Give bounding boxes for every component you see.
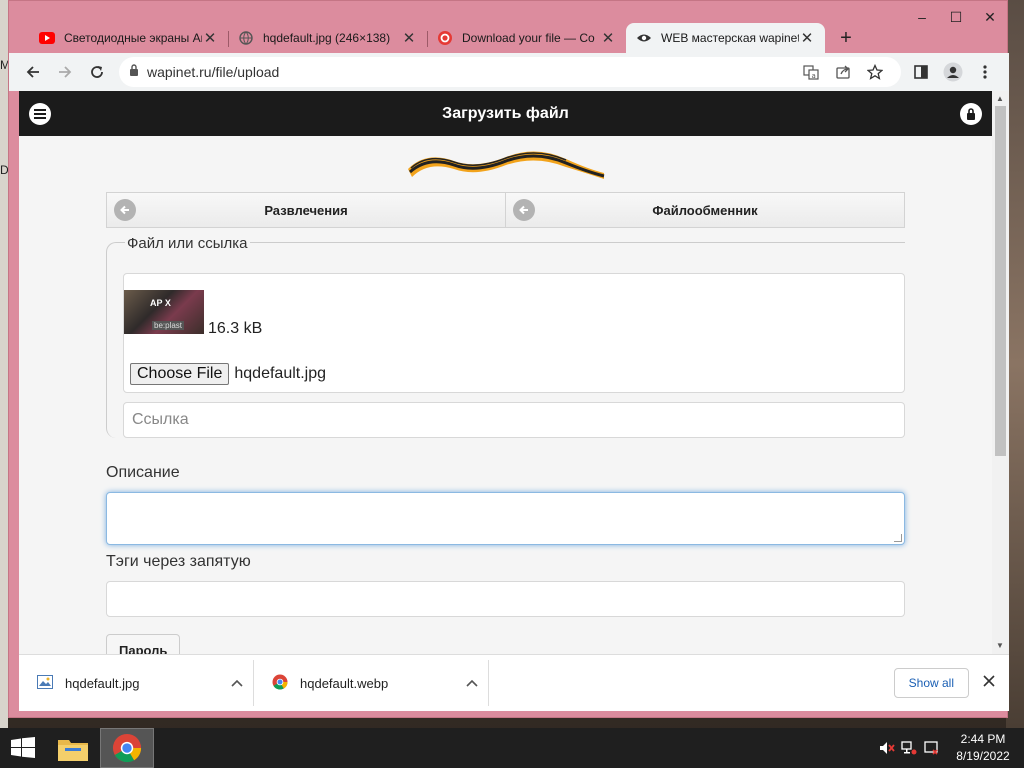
chrome-file-icon bbox=[272, 674, 288, 693]
system-tray: 2:44 PM 8/19/2022 bbox=[876, 728, 1024, 768]
back-icon[interactable] bbox=[17, 57, 49, 87]
arrow-left-icon bbox=[114, 199, 136, 221]
tab-youtube[interactable]: Светодиодные экраны Ан ✕ bbox=[29, 23, 228, 53]
svg-text:a: a bbox=[812, 72, 816, 80]
tab-wapinet[interactable]: WEB мастерская wapinet ✕ bbox=[626, 23, 825, 53]
file-or-link-fieldset: Файл или ссылка AP X be:plast 16.3 kB Ch… bbox=[106, 235, 905, 438]
chevron-up-icon[interactable] bbox=[231, 676, 243, 690]
chrome-window: – ☐ ✕ Светодиодные экраны Ан ✕ hqdefault… bbox=[8, 0, 1009, 718]
reload-icon[interactable] bbox=[81, 57, 113, 87]
volume-muted-icon[interactable] bbox=[876, 728, 898, 768]
tags-input[interactable] bbox=[106, 581, 905, 617]
action-center-icon[interactable] bbox=[920, 728, 942, 768]
globe-icon bbox=[238, 30, 254, 46]
tab-title: WEB мастерская wapinet bbox=[661, 31, 799, 45]
start-button[interactable] bbox=[0, 728, 46, 768]
hamburger-menu-icon[interactable] bbox=[29, 102, 51, 125]
download-item[interactable]: hqdefault.webp bbox=[254, 660, 489, 706]
address-bar[interactable]: wapinet.ru/file/upload a bbox=[119, 57, 901, 87]
thumbnail-text: be:plast bbox=[152, 321, 185, 330]
download-item[interactable]: hqdefault.jpg bbox=[19, 660, 254, 706]
chosen-file-name: hqdefault.jpg bbox=[234, 365, 327, 382]
page-header: Загрузить файл bbox=[19, 91, 992, 136]
file-or-link-legend: Файл или ссылка bbox=[125, 235, 250, 252]
tab-strip: Светодиодные экраны Ан ✕ hqdefault.jpg (… bbox=[9, 21, 1009, 53]
link-input[interactable]: Ссылка bbox=[123, 402, 905, 438]
menu-kebab-icon[interactable] bbox=[969, 57, 1001, 87]
tab-close-icon[interactable]: ✕ bbox=[600, 29, 616, 47]
download-filename: hqdefault.webp bbox=[300, 675, 389, 691]
network-icon[interactable] bbox=[898, 728, 920, 768]
tab-title: Светодиодные экраны Ан bbox=[64, 31, 202, 45]
breadcrumb-file-exchange[interactable]: Файлообменник bbox=[506, 192, 905, 228]
close-downloads-icon[interactable] bbox=[969, 674, 1009, 692]
desktop-edge: M D bbox=[0, 0, 10, 728]
tags-label: Тэги через запятую bbox=[106, 553, 251, 570]
page-scrollbar[interactable]: ▲ ▼ bbox=[992, 91, 1009, 654]
profile-avatar-icon[interactable] bbox=[937, 57, 969, 87]
resize-handle-icon[interactable] bbox=[894, 534, 902, 542]
breadcrumb: Развлечения Файлообменник bbox=[106, 192, 905, 228]
chevron-up-icon[interactable] bbox=[466, 676, 478, 690]
download-filename: hqdefault.jpg bbox=[65, 675, 140, 691]
show-all-downloads-button[interactable]: Show all bbox=[893, 668, 969, 698]
browser-toolbar: wapinet.ru/file/upload a bbox=[9, 53, 1009, 91]
arrow-left-icon bbox=[513, 199, 535, 221]
thumbnail-text: AP X bbox=[150, 298, 171, 308]
breadcrumb-label: Файлообменник bbox=[652, 202, 758, 218]
side-panel-icon[interactable] bbox=[905, 57, 937, 87]
page-viewport: Загрузить файл Развлечения Файлообменник… bbox=[19, 91, 992, 654]
login-lock-icon[interactable] bbox=[959, 102, 982, 125]
breadcrumb-entertainment[interactable]: Развлечения bbox=[106, 192, 506, 228]
file-chooser: Choose File hqdefault.jpg bbox=[130, 363, 326, 385]
windows-logo-icon bbox=[11, 737, 35, 758]
wapinet-eye-icon bbox=[636, 30, 652, 46]
windows-taskbar: 2:44 PM 8/19/2022 bbox=[0, 728, 1024, 768]
clock-date: 8/19/2022 bbox=[956, 749, 1010, 763]
downloads-bar: hqdefault.jpg hqdefault.webp Show all bbox=[19, 654, 1009, 711]
forward-icon[interactable] bbox=[49, 57, 81, 87]
upload-form: Файл или ссылка AP X be:plast 16.3 kB Ch… bbox=[106, 235, 905, 654]
password-toggle-button[interactable]: Пароль bbox=[106, 634, 181, 654]
description-textarea[interactable] bbox=[106, 492, 905, 545]
file-preview-thumbnail: AP X be:plast bbox=[124, 290, 204, 334]
description-label: Описание bbox=[106, 464, 180, 481]
ribbon-logo-icon bbox=[407, 151, 604, 179]
page-title: Загрузить файл bbox=[442, 104, 569, 122]
clock-time: 2:44 PM bbox=[960, 732, 1006, 746]
scrollbar-thumb[interactable] bbox=[995, 106, 1006, 456]
url-text: wapinet.ru/file/upload bbox=[147, 64, 280, 80]
chrome-taskbar-icon[interactable] bbox=[100, 728, 154, 768]
tab-close-icon[interactable]: ✕ bbox=[202, 29, 218, 47]
taskbar-clock[interactable]: 2:44 PM 8/19/2022 bbox=[942, 731, 1024, 765]
convertio-icon bbox=[437, 30, 453, 46]
file-explorer-taskbar-icon[interactable] bbox=[46, 728, 100, 768]
tab-download-file[interactable]: Download your file — Co ✕ bbox=[427, 23, 626, 53]
tab-close-icon[interactable]: ✕ bbox=[799, 29, 815, 47]
tab-title: hqdefault.jpg (246×138) bbox=[263, 31, 391, 45]
youtube-icon bbox=[39, 30, 55, 46]
file-input-box: AP X be:plast 16.3 kB Choose File hqdefa… bbox=[123, 273, 905, 393]
tab-close-icon[interactable]: ✕ bbox=[401, 29, 417, 47]
st-george-ribbon bbox=[19, 136, 992, 192]
share-icon[interactable] bbox=[827, 58, 859, 86]
bookmark-star-icon[interactable] bbox=[859, 58, 891, 86]
file-size: 16.3 kB bbox=[208, 320, 263, 337]
scroll-down-icon[interactable]: ▼ bbox=[996, 641, 1004, 650]
tab-hqdefault-jpg[interactable]: hqdefault.jpg (246×138) ✕ bbox=[228, 23, 427, 53]
new-tab-button[interactable]: + bbox=[831, 23, 861, 53]
translate-icon[interactable]: a bbox=[795, 58, 827, 86]
image-file-icon bbox=[37, 674, 53, 692]
scroll-up-icon[interactable]: ▲ bbox=[996, 94, 1004, 103]
tab-title: Download your file — Co bbox=[462, 31, 595, 45]
lock-icon[interactable] bbox=[129, 63, 139, 81]
choose-file-button[interactable]: Choose File bbox=[130, 363, 230, 385]
breadcrumb-label: Развлечения bbox=[264, 202, 348, 218]
